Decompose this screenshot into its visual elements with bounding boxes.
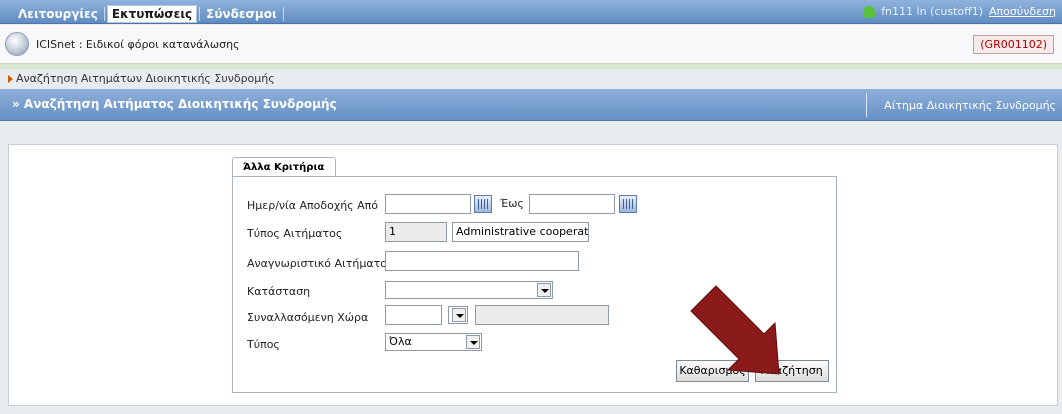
country-dropdown[interactable] xyxy=(448,306,468,324)
tab-other-criteria[interactable]: Άλλα Κριτήρια xyxy=(232,157,336,177)
status-select[interactable] xyxy=(385,281,553,299)
request-type-label: Τύπος Αιτήματος xyxy=(247,227,343,240)
request-id-input[interactable] xyxy=(385,251,579,271)
chevron-down-icon[interactable] xyxy=(466,335,480,349)
date-from-input[interactable] xyxy=(385,194,471,214)
request-id-label: Αναγνωριστικό Αιτήματος xyxy=(247,257,394,270)
user-name: fn111 ln (custoff1) xyxy=(881,5,984,18)
top-navigation-bar: Λειτουργίες Εκτυπώσεις Σύνδεσμοι fn111 l… xyxy=(0,0,1062,24)
chevron-down-icon[interactable] xyxy=(537,283,551,297)
clear-button[interactable]: Καθαρισμός xyxy=(676,360,749,382)
breadcrumb: Αναζήτηση Αιτημάτων Διοικητικής Συνδρομή… xyxy=(8,72,275,85)
menu-item-functions[interactable]: Λειτουργίες xyxy=(14,7,102,21)
country-code-input[interactable] xyxy=(385,305,442,325)
country-name-field xyxy=(475,305,609,325)
date-to-input[interactable] xyxy=(529,194,615,214)
date-to-label: Έως xyxy=(500,197,524,210)
request-type-description-field[interactable]: Administrative cooperatic xyxy=(452,222,589,242)
app-title-bar: ICISnet : Ειδικοί φόροι κατανάλωσης (GR0… xyxy=(0,25,1062,64)
app-logo-icon xyxy=(5,32,29,56)
menu-separator xyxy=(199,7,201,21)
menu-item-links[interactable]: Σύνδεσμοι xyxy=(202,7,281,21)
user-info: fn111 ln (custoff1) Αποσύνδεση xyxy=(863,5,1056,18)
section-header: » Αναζήτηση Αιτήματος Διοικητικής Συνδρο… xyxy=(0,89,1062,121)
menu-separator xyxy=(282,7,284,21)
new-request-link[interactable]: Αίτημα Διοικητικής Συνδρομής xyxy=(884,99,1056,112)
app-title: ICISnet : Ειδικοί φόροι κατανάλωσης xyxy=(36,38,240,51)
page-title: » Αναζήτηση Αιτήματος Διοικητικής Συνδρο… xyxy=(12,97,337,111)
menu-separator xyxy=(103,7,105,21)
chevron-down-icon[interactable] xyxy=(452,308,466,322)
country-label: Συναλλασόμενη Χώρα xyxy=(247,311,369,324)
date-from-label: Ημερ/νία Αποδοχής Από xyxy=(247,199,379,212)
kind-select[interactable]: Όλα xyxy=(385,333,482,351)
office-code-badge: (GR001102) xyxy=(973,35,1054,54)
user-icon xyxy=(863,5,876,18)
header-separator xyxy=(866,93,867,117)
status-label: Κατάσταση xyxy=(247,285,311,298)
breadcrumb-item[interactable]: Αναζήτηση Αιτημάτων Διοικητικής Συνδρομή… xyxy=(16,72,275,85)
calendar-icon[interactable] xyxy=(619,195,637,213)
search-button[interactable]: Αναζήτηση xyxy=(755,360,829,382)
calendar-icon[interactable] xyxy=(474,195,492,213)
menu-item-prints[interactable]: Εκτυπώσεις xyxy=(106,5,198,23)
logout-link[interactable]: Αποσύνδεση xyxy=(989,5,1056,18)
kind-selected-value: Όλα xyxy=(389,335,412,348)
divider xyxy=(0,64,1062,69)
kind-label: Τύπος xyxy=(247,338,280,351)
main-menu: Λειτουργίες Εκτυπώσεις Σύνδεσμοι xyxy=(14,5,286,23)
breadcrumb-arrow-icon xyxy=(8,74,13,83)
request-type-code-field[interactable]: 1 xyxy=(385,222,447,242)
